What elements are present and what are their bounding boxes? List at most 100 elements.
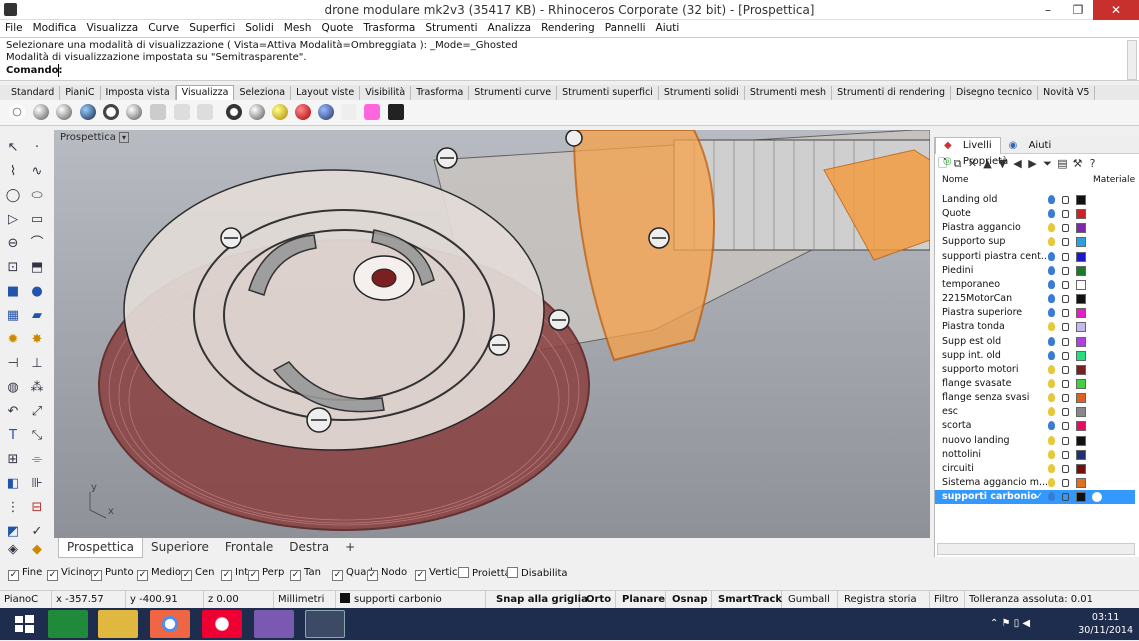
lightbulb-icon[interactable] bbox=[1048, 378, 1055, 388]
checkbox[interactable] bbox=[458, 567, 469, 578]
filter-button[interactable]: Filtro bbox=[930, 591, 965, 608]
osnap-perp[interactable]: ✓ Perp bbox=[248, 567, 284, 581]
osnap-int[interactable]: ✓ Int bbox=[221, 567, 248, 581]
leader-icon[interactable]: ⊥ bbox=[28, 356, 46, 372]
lightbulb-icon[interactable] bbox=[1048, 294, 1055, 304]
menu-curve[interactable]: Curve bbox=[143, 20, 184, 37]
mesh-plane-icon[interactable]: ▰ bbox=[28, 308, 46, 324]
mirror-icon[interactable]: ⊪ bbox=[28, 476, 46, 492]
hatch-icon[interactable]: ◍ bbox=[4, 380, 22, 396]
layer-color-swatch[interactable] bbox=[1076, 209, 1086, 220]
lightbulb-icon[interactable] bbox=[1048, 463, 1055, 473]
move-left-icon[interactable]: ◀ bbox=[1010, 155, 1025, 173]
rhino-taskbar-icon[interactable] bbox=[305, 610, 345, 638]
tab-novita-v5[interactable]: Novità V5 bbox=[1038, 86, 1096, 100]
array-icon[interactable]: ⊞ bbox=[4, 452, 22, 468]
material-icon[interactable] bbox=[1092, 492, 1102, 503]
lock-icon[interactable] bbox=[1062, 351, 1069, 360]
layer-color-swatch[interactable] bbox=[1076, 421, 1086, 432]
menu-file[interactable]: File bbox=[0, 20, 28, 37]
snap-grid-button[interactable]: Snap alla griglia bbox=[492, 591, 588, 608]
pen-icon[interactable] bbox=[174, 104, 190, 120]
start-button[interactable] bbox=[4, 610, 44, 638]
arctic-icon[interactable] bbox=[197, 104, 213, 120]
menu-pannelli[interactable]: Pannelli bbox=[600, 20, 651, 37]
tab-destra[interactable]: Destra bbox=[281, 538, 337, 557]
osnap-punto[interactable]: ✓ Punto bbox=[91, 567, 134, 581]
circle-icon[interactable]: ◯ bbox=[4, 188, 22, 204]
layer-row[interactable]: esc bbox=[935, 405, 1135, 419]
command-scrollbar[interactable] bbox=[1127, 40, 1137, 80]
layer-row[interactable]: circuiti bbox=[935, 462, 1135, 476]
move-up-icon[interactable]: ▲ bbox=[980, 155, 995, 173]
ghosted-icon[interactable] bbox=[80, 104, 96, 120]
osnap-proietta[interactable]: Proietta bbox=[458, 567, 511, 579]
lightbulb-icon[interactable] bbox=[1048, 279, 1055, 289]
lock-icon[interactable] bbox=[1062, 280, 1069, 289]
menu-rendering[interactable]: Rendering bbox=[536, 20, 600, 37]
delete-icon[interactable]: ✕ bbox=[965, 155, 980, 173]
layer-row[interactable]: supporti piastra cent... bbox=[935, 250, 1135, 264]
command-input[interactable] bbox=[58, 64, 1118, 77]
tab-seleziona[interactable]: Seleziona bbox=[234, 86, 292, 100]
lock-icon[interactable] bbox=[1062, 224, 1069, 233]
checkbox[interactable]: ✓ bbox=[47, 570, 58, 581]
checkbox[interactable] bbox=[507, 567, 518, 578]
current-layer-status[interactable]: supporti carbonio bbox=[336, 591, 486, 608]
layer-row[interactable]: Piastra aggancio bbox=[935, 221, 1135, 235]
tab-strumenti-mesh[interactable]: Strumenti mesh bbox=[745, 86, 833, 100]
cplane-status[interactable]: PianoC bbox=[0, 591, 52, 608]
layer-row[interactable]: supp int. old bbox=[935, 349, 1135, 363]
viewport-title[interactable]: Prospettica ▾ bbox=[60, 132, 130, 143]
layer-row[interactable]: nuovo landing bbox=[935, 434, 1135, 448]
osnap-vicino[interactable]: ✓ Vicino bbox=[47, 567, 91, 581]
layer-row[interactable]: supporto motori bbox=[935, 363, 1135, 377]
ellipse-icon[interactable]: ⬭ bbox=[28, 188, 46, 204]
tab-visibilita[interactable]: Visibilità bbox=[360, 86, 412, 100]
close-button[interactable]: ✕ bbox=[1093, 0, 1139, 20]
menu-modifica[interactable]: Modifica bbox=[28, 20, 82, 37]
checkbox[interactable]: ✓ bbox=[248, 570, 259, 581]
osnap-tan[interactable]: ✓ Tan bbox=[290, 567, 321, 581]
grid-sphere-icon[interactable] bbox=[226, 104, 242, 120]
grid-array-icon[interactable]: ⋮ bbox=[4, 500, 22, 516]
menu-strumenti[interactable]: Strumenti bbox=[420, 20, 482, 37]
explorer-icon[interactable] bbox=[98, 610, 138, 638]
lightbulb-icon[interactable] bbox=[1048, 435, 1055, 445]
layer-row[interactable]: Piastra tonda bbox=[935, 320, 1135, 334]
new-layer-icon[interactable]: 🗋 bbox=[935, 155, 950, 173]
menu-aiuti[interactable]: Aiuti bbox=[651, 20, 685, 37]
lightbulb-icon[interactable] bbox=[1048, 223, 1055, 233]
lock-icon[interactable] bbox=[1062, 394, 1069, 403]
layer-row[interactable]: flange svasate bbox=[935, 377, 1135, 391]
lock-icon[interactable] bbox=[1062, 479, 1069, 487]
clock[interactable]: 03:11 30/11/2014 bbox=[1078, 611, 1133, 637]
gradient-icon[interactable] bbox=[318, 104, 334, 120]
layer-color-swatch[interactable] bbox=[1076, 378, 1086, 389]
lightbulb-icon[interactable] bbox=[1048, 251, 1055, 261]
menu-visualizza[interactable]: Visualizza bbox=[81, 20, 143, 37]
menu-quote[interactable]: Quote bbox=[316, 20, 358, 37]
layer-color-swatch[interactable] bbox=[1076, 336, 1086, 347]
polygon-icon[interactable]: ▷ bbox=[4, 212, 22, 228]
layer-row[interactable]: supporti carbonio ✓ bbox=[935, 490, 1135, 505]
tab-layout-viste[interactable]: Layout viste bbox=[291, 86, 361, 100]
layer-color-swatch[interactable] bbox=[1076, 279, 1086, 290]
lock-icon[interactable] bbox=[1062, 210, 1069, 219]
tray-icons[interactable]: ⌃ ⚑ ▯ ◀ bbox=[990, 618, 1030, 629]
scale-icon[interactable]: ⤢ bbox=[28, 404, 46, 420]
layer-row[interactable]: Landing old bbox=[935, 193, 1135, 207]
layer-row[interactable]: nottolini bbox=[935, 448, 1135, 462]
lightbulb-icon[interactable] bbox=[1048, 237, 1055, 247]
lightbulb-icon[interactable] bbox=[1048, 209, 1055, 219]
checkbox[interactable]: ✓ bbox=[91, 570, 102, 581]
artistic-icon[interactable] bbox=[150, 104, 166, 120]
trim-icon[interactable]: ⌯ bbox=[28, 452, 46, 468]
text-icon[interactable]: T bbox=[4, 428, 22, 444]
select-icon[interactable]: ↖ bbox=[4, 140, 22, 156]
osnap-fine[interactable]: ✓ Fine bbox=[8, 567, 42, 581]
checkbox[interactable]: ✓ bbox=[181, 570, 192, 581]
menu-solidi[interactable]: Solidi bbox=[240, 20, 279, 37]
box-icon[interactable]: ■ bbox=[4, 284, 22, 300]
layer-row[interactable]: Quote bbox=[935, 207, 1135, 221]
